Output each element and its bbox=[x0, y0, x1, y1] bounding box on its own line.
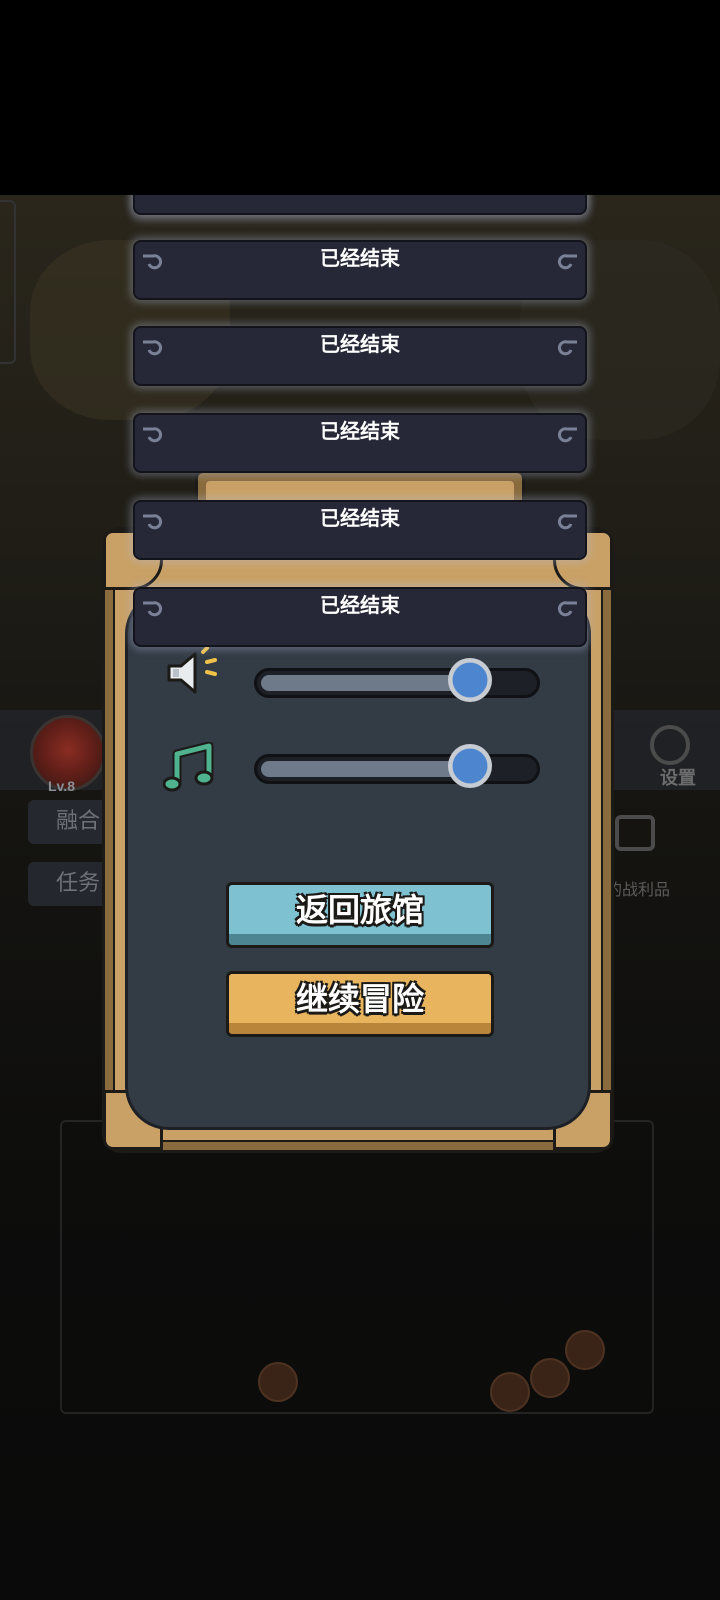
coin-icon bbox=[565, 1330, 605, 1370]
notification-banner: 已经结束 bbox=[133, 587, 587, 647]
settings-label: 设置 bbox=[660, 768, 696, 789]
music-volume-knob[interactable] bbox=[448, 744, 492, 788]
banner-text: 已经结束 bbox=[320, 419, 400, 443]
music-note-icon bbox=[163, 742, 214, 792]
swirl-ornament-icon bbox=[557, 340, 577, 356]
sound-volume-slider[interactable] bbox=[254, 658, 540, 702]
music-volume-slider[interactable] bbox=[254, 744, 540, 788]
notification-banner: 已经结束 bbox=[133, 500, 587, 560]
notification-banner: 已经结束 bbox=[133, 326, 587, 386]
chest-icon bbox=[615, 815, 655, 851]
top-safe-area-mask bbox=[0, 0, 720, 195]
notification-banner: 已经结束 bbox=[133, 240, 587, 300]
sound-volume-fill bbox=[261, 675, 470, 691]
player-level: Lv.8 bbox=[48, 778, 75, 794]
swirl-ornament-icon bbox=[557, 514, 577, 530]
continue-adventure-button[interactable]: 继续冒险 bbox=[226, 971, 494, 1037]
swirl-ornament-icon bbox=[557, 427, 577, 443]
return-to-inn-button[interactable]: 返回旅馆 bbox=[226, 882, 494, 948]
coin-icon bbox=[258, 1362, 298, 1402]
gear-icon bbox=[650, 725, 690, 765]
sound-volume-knob[interactable] bbox=[448, 658, 492, 702]
swirl-ornament-icon bbox=[557, 254, 577, 270]
banner-text: 已经结束 bbox=[320, 332, 400, 356]
banner-text: 已经结束 bbox=[320, 246, 400, 270]
notification-banner: 已经结束 bbox=[133, 413, 587, 473]
music-volume-fill bbox=[261, 761, 470, 777]
coin-icon bbox=[530, 1358, 570, 1398]
banner-text: 已经结束 bbox=[320, 506, 400, 530]
loot-label: 的战利品 bbox=[606, 880, 671, 899]
game-screen: Lv.8 融合 任务 设置 的战利品 返回旅馆 继续冒险 已经结束 已经结束 已… bbox=[0, 0, 720, 1600]
swirl-ornament-icon bbox=[557, 601, 577, 617]
banner-text: 已经结束 bbox=[320, 593, 400, 617]
background-card-edge bbox=[0, 200, 16, 364]
coin-icon bbox=[490, 1372, 530, 1412]
speaker-icon bbox=[167, 646, 217, 694]
